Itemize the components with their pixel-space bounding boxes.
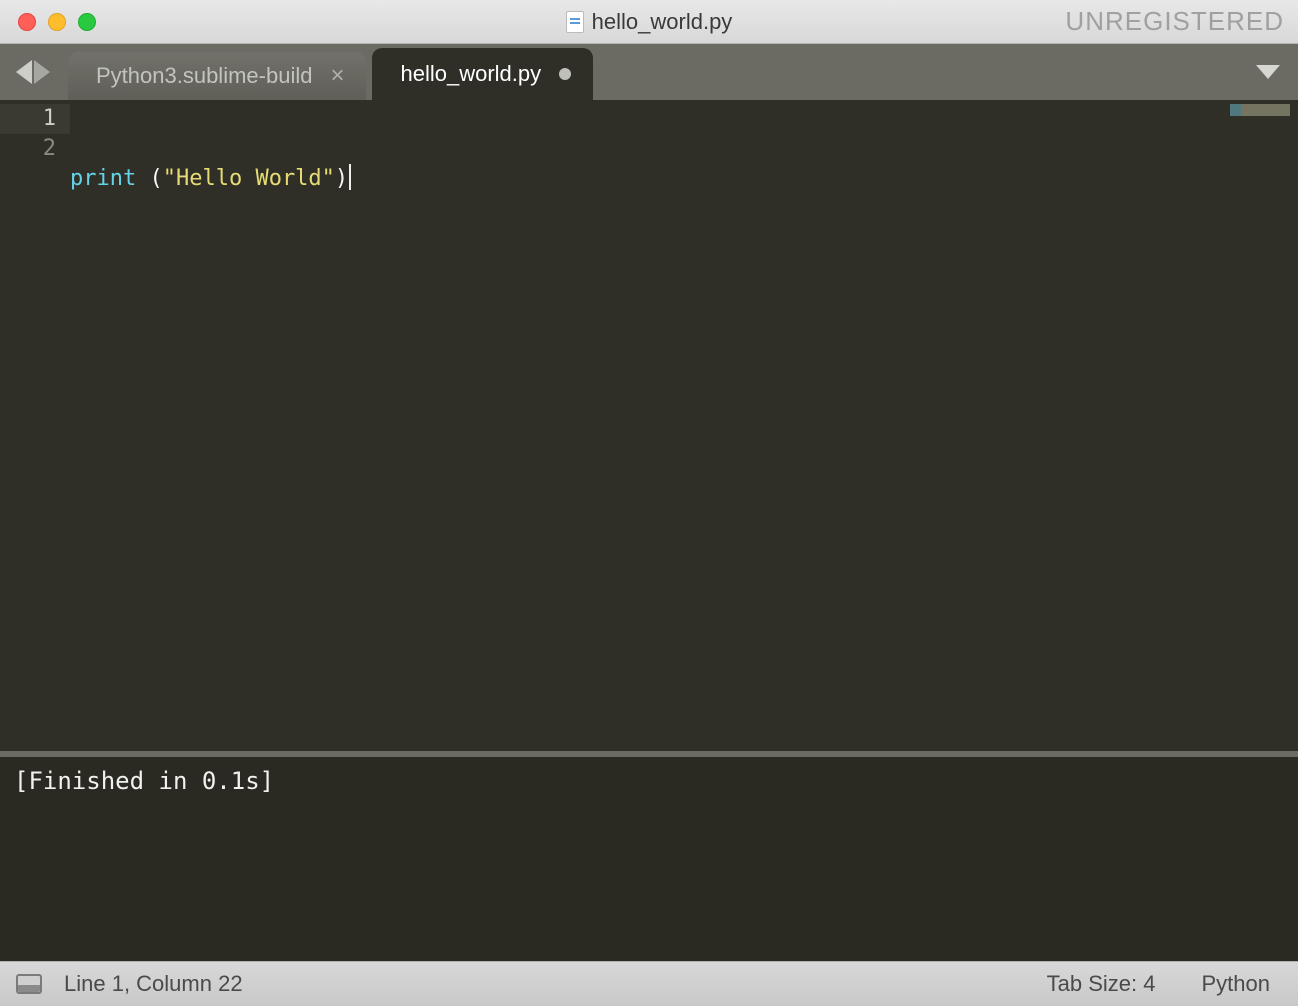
token-space (136, 166, 149, 191)
tab-hello-world[interactable]: hello_world.py (372, 48, 593, 100)
editor-area: 1 2 print ("Hello World") (0, 100, 1298, 751)
text-cursor (349, 164, 351, 190)
status-bar: Line 1, Column 22 Tab Size: 4 Python (0, 961, 1298, 1006)
close-tab-icon[interactable]: × (330, 64, 344, 88)
window-close-button[interactable] (18, 13, 36, 31)
unsaved-indicator-icon[interactable] (559, 68, 571, 80)
window-zoom-button[interactable] (78, 13, 96, 31)
cursor-position[interactable]: Line 1, Column 22 (64, 971, 255, 997)
window-titlebar: hello_world.py UNREGISTERED (0, 0, 1298, 44)
token-paren-close: ) (335, 166, 348, 191)
tab-label: hello_world.py (400, 61, 541, 87)
tab-overflow-menu-icon[interactable] (1256, 65, 1280, 79)
tab-bar: Python3.sublime-build × hello_world.py (0, 44, 1298, 100)
minimap[interactable] (1230, 104, 1290, 116)
tab-history-nav (16, 60, 50, 84)
line-number-gutter[interactable]: 1 2 (0, 100, 70, 751)
traffic-lights (0, 13, 96, 31)
tab-size-selector[interactable]: Tab Size: 4 (1035, 971, 1168, 997)
window-title-text: hello_world.py (592, 9, 733, 35)
window-minimize-button[interactable] (48, 13, 66, 31)
token-string: "Hello World" (163, 166, 335, 191)
syntax-selector[interactable]: Python (1190, 971, 1283, 997)
code-editor[interactable]: print ("Hello World") (70, 100, 1298, 751)
build-output-panel[interactable]: [Finished in 0.1s] (0, 751, 1298, 961)
panel-switcher-icon[interactable] (16, 974, 42, 994)
registration-status: UNREGISTERED (1065, 6, 1284, 37)
line-number: 1 (0, 104, 70, 134)
document-icon (566, 11, 584, 33)
nav-forward-button[interactable] (34, 60, 50, 84)
build-output-text: [Finished in 0.1s] (14, 767, 274, 795)
line-number: 2 (43, 136, 56, 161)
token-paren-open: ( (149, 166, 162, 191)
code-line: print ("Hello World") (70, 164, 1298, 194)
nav-back-button[interactable] (16, 60, 32, 84)
token-function: print (70, 166, 136, 191)
tab-python3-build[interactable]: Python3.sublime-build × (68, 52, 366, 100)
tab-label: Python3.sublime-build (96, 63, 312, 89)
